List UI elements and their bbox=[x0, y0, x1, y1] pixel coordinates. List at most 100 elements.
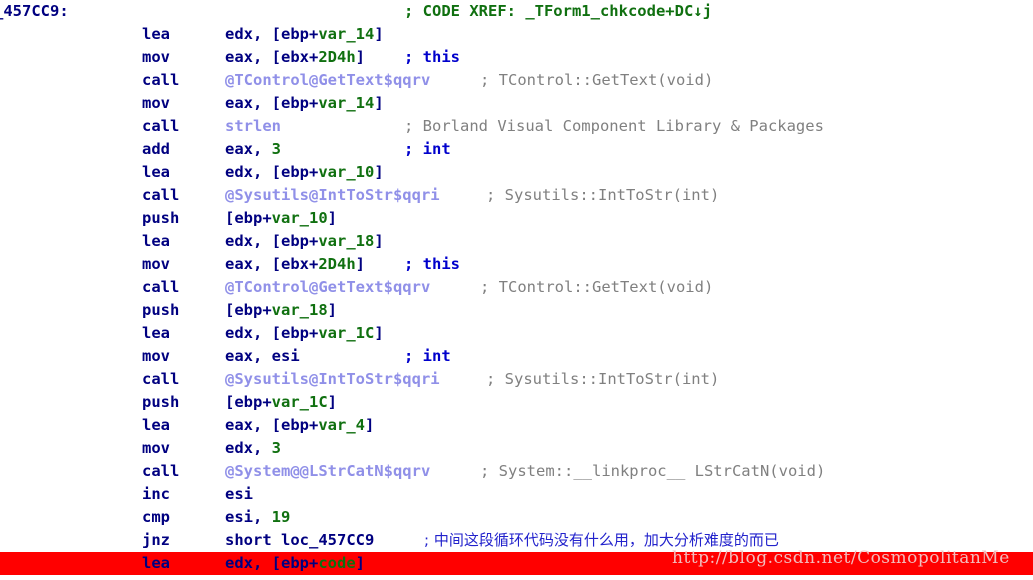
disasm-line[interactable]: _457CC9: ; CODE XREF: _TForm1_chkcode+DC↓… bbox=[0, 0, 1033, 23]
operand-token-func[interactable]: strlen bbox=[225, 117, 281, 135]
instruction-mnemonic[interactable]: mov bbox=[142, 46, 170, 69]
disasm-line[interactable]: call @Sysutils@IntToStr$qqri ; Sysutils::I… bbox=[0, 368, 1033, 391]
operand-token-func[interactable]: @TControl@GetText$qqrv bbox=[225, 278, 430, 296]
instruction-mnemonic[interactable]: push bbox=[142, 391, 179, 414]
instruction-mnemonic[interactable]: push bbox=[142, 299, 179, 322]
operand-token-func[interactable]: @TControl@GetText$qqrv bbox=[225, 71, 430, 89]
instruction-operands[interactable]: [ebp+var_10] bbox=[225, 207, 337, 230]
disasm-line[interactable]: mov eax, esi ; int bbox=[0, 345, 1033, 368]
instruction-operands[interactable]: [ebp+var_18] bbox=[225, 299, 337, 322]
operand-token-num[interactable]: 19 bbox=[272, 508, 291, 526]
operand-token-var[interactable]: var_18 bbox=[318, 232, 374, 250]
operand-token-reg[interactable]: ] bbox=[328, 209, 337, 227]
instruction-operands[interactable]: eax, [ebx+2D4h] bbox=[225, 46, 365, 69]
instruction-operands[interactable]: @Sysutils@IntToStr$qqri bbox=[225, 368, 440, 391]
instruction-mnemonic[interactable]: lea bbox=[142, 230, 170, 253]
instruction-operands[interactable]: @Sysutils@IntToStr$qqri bbox=[225, 184, 440, 207]
instruction-mnemonic[interactable]: lea bbox=[142, 322, 170, 345]
instruction-mnemonic[interactable]: lea bbox=[142, 23, 170, 46]
disasm-line[interactable]: call @TControl@GetText$qqrv ; TControl::Ge… bbox=[0, 69, 1033, 92]
instruction-mnemonic[interactable]: lea bbox=[142, 414, 170, 437]
instruction-comment[interactable]: ; int bbox=[404, 345, 451, 368]
instruction-mnemonic[interactable]: call bbox=[142, 368, 179, 391]
operand-token-var[interactable]: var_1C bbox=[318, 324, 374, 342]
instruction-operands[interactable]: @TControl@GetText$qqrv bbox=[225, 276, 430, 299]
instruction-comment[interactable]: ; this bbox=[404, 46, 460, 69]
instruction-comment[interactable]: ; 中间这段循环代码没有什么用，加大分析难度的而已 bbox=[424, 529, 779, 552]
instruction-operands[interactable]: edx, [ebp+var_14] bbox=[225, 23, 384, 46]
operand-token-reg[interactable]: ] bbox=[328, 301, 337, 319]
instruction-operands[interactable]: esi bbox=[225, 483, 253, 506]
operand-token-reg[interactable]: [ebp+ bbox=[225, 393, 272, 411]
operand-token-var[interactable]: var_14 bbox=[318, 94, 374, 112]
instruction-mnemonic[interactable]: call bbox=[142, 276, 179, 299]
instruction-operands[interactable]: edx, [ebp+var_1C] bbox=[225, 322, 384, 345]
instruction-operands[interactable]: edx, [ebp+code] bbox=[225, 552, 365, 575]
instruction-mnemonic[interactable]: call bbox=[142, 184, 179, 207]
instruction-comment[interactable]: ; System::__linkproc__ LStrCatN(void) bbox=[480, 460, 825, 483]
disassembly-view[interactable]: _457CC9: ; CODE XREF: _TForm1_chkcode+DC↓… bbox=[0, 0, 1033, 580]
instruction-comment[interactable]: ; TControl::GetText(void) bbox=[480, 69, 713, 92]
operand-token-var[interactable]: var_1C bbox=[272, 393, 328, 411]
instruction-mnemonic[interactable]: lea bbox=[142, 552, 170, 575]
instruction-mnemonic[interactable]: lea bbox=[142, 161, 170, 184]
operand-token-reg[interactable]: edx, [ebp+ bbox=[225, 554, 318, 572]
instruction-mnemonic[interactable]: call bbox=[142, 115, 179, 138]
operand-token-reg[interactable]: ] bbox=[374, 25, 383, 43]
operand-token-num[interactable]: 3 bbox=[272, 439, 281, 457]
disasm-line[interactable]: lea edx, [ebp+var_10] bbox=[0, 161, 1033, 184]
operand-token-reg[interactable]: edx, [ebp+ bbox=[225, 232, 318, 250]
operand-token-reg[interactable]: esi bbox=[225, 485, 253, 503]
instruction-operands[interactable]: edx, [ebp+var_18] bbox=[225, 230, 384, 253]
disasm-line[interactable]: push [ebp+var_10] bbox=[0, 207, 1033, 230]
operand-token-func[interactable]: @System@@LStrCatN$qqrv bbox=[225, 462, 430, 480]
operand-token-reg[interactable]: eax, bbox=[225, 140, 272, 158]
operand-token-reg[interactable]: edx, [ebp+ bbox=[225, 324, 318, 342]
disasm-line[interactable]: lea edx, [ebp+var_18] bbox=[0, 230, 1033, 253]
operand-token-reg[interactable]: ] bbox=[374, 232, 383, 250]
disasm-line[interactable]: call @System@@LStrCatN$qqrv ; System::__li… bbox=[0, 460, 1033, 483]
instruction-operands[interactable]: eax, [ebp+var_4] bbox=[225, 414, 374, 437]
instruction-mnemonic[interactable]: jnz bbox=[142, 529, 170, 552]
instruction-operands[interactable]: [ebp+var_1C] bbox=[225, 391, 337, 414]
operand-token-reg[interactable]: esi, bbox=[225, 508, 272, 526]
instruction-mnemonic[interactable]: call bbox=[142, 69, 179, 92]
instruction-mnemonic[interactable]: call bbox=[142, 460, 179, 483]
operand-token-reg[interactable]: [ebp+ bbox=[225, 301, 272, 319]
instruction-operands[interactable]: @TControl@GetText$qqrv bbox=[225, 69, 430, 92]
instruction-mnemonic[interactable]: cmp bbox=[142, 506, 170, 529]
disasm-line[interactable]: lea edx, [ebp+var_1C] bbox=[0, 322, 1033, 345]
operand-token-func[interactable]: @Sysutils@IntToStr$qqri bbox=[225, 186, 440, 204]
instruction-operands[interactable]: eax, esi bbox=[225, 345, 300, 368]
instruction-operands[interactable]: short loc_457CC9 bbox=[225, 529, 374, 552]
operand-token-reg[interactable]: ] bbox=[374, 163, 383, 181]
location-label[interactable]: _457CC9: bbox=[0, 0, 69, 23]
instruction-comment[interactable]: ; this bbox=[404, 253, 460, 276]
instruction-mnemonic[interactable]: mov bbox=[142, 437, 170, 460]
operand-token-reg[interactable]: ] bbox=[365, 416, 374, 434]
operand-token-reg[interactable]: [ebp+ bbox=[225, 209, 272, 227]
instruction-comment[interactable]: ; Sysutils::IntToStr(int) bbox=[486, 368, 719, 391]
disasm-line[interactable]: mov eax, [ebp+var_14] bbox=[0, 92, 1033, 115]
disasm-line[interactable]: mov eax, [ebx+2D4h] ; this bbox=[0, 46, 1033, 69]
instruction-operands[interactable]: strlen bbox=[225, 115, 281, 138]
disasm-line[interactable]: mov edx, 3 bbox=[0, 437, 1033, 460]
disasm-line[interactable]: lea edx, [ebp+var_14] bbox=[0, 23, 1033, 46]
operand-token-reg[interactable]: eax, [ebp+ bbox=[225, 416, 318, 434]
operand-token-func[interactable]: @Sysutils@IntToStr$qqri bbox=[225, 370, 440, 388]
disasm-line[interactable]: push [ebp+var_18] bbox=[0, 299, 1033, 322]
operand-token-reg[interactable]: eax, [ebx+ bbox=[225, 255, 318, 273]
instruction-comment[interactable]: ; TControl::GetText(void) bbox=[480, 276, 713, 299]
instruction-operands[interactable]: edx, [ebp+var_10] bbox=[225, 161, 384, 184]
operand-token-num[interactable]: 2D4h bbox=[318, 48, 355, 66]
operand-token-reg[interactable]: edx, bbox=[225, 439, 272, 457]
operand-token-reg[interactable]: edx, [ebp+ bbox=[225, 25, 318, 43]
operand-token-var[interactable]: code bbox=[318, 554, 355, 572]
operand-token-var[interactable]: var_18 bbox=[272, 301, 328, 319]
instruction-mnemonic[interactable]: mov bbox=[142, 345, 170, 368]
instruction-operands[interactable]: eax, 3 bbox=[225, 138, 281, 161]
operand-token-reg[interactable]: eax, esi bbox=[225, 347, 300, 365]
disasm-line[interactable]: jnz short loc_457CC9 ; 中间这段循环代码没有什么用，加大分析难… bbox=[0, 529, 1033, 552]
disasm-line[interactable]: lea eax, [ebp+var_4] bbox=[0, 414, 1033, 437]
disasm-line[interactable]: add eax, 3 ; int bbox=[0, 138, 1033, 161]
